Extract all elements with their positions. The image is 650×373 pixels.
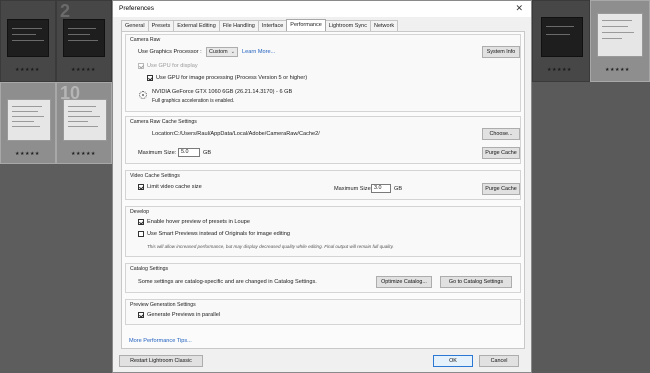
cache-max-size-input[interactable]: 5.0	[178, 148, 200, 157]
close-icon[interactable]: ✕	[515, 3, 523, 14]
go-to-catalog-settings-button[interactable]: Go to Catalog Settings	[440, 276, 512, 288]
tab-external-editing[interactable]: External Editing	[173, 20, 220, 31]
gpu-display-checkbox[interactable]	[138, 63, 144, 69]
video-max-size-label: Maximum Size:	[334, 186, 373, 192]
gpu-select-value: Custom	[209, 49, 228, 55]
video-purge-cache-button[interactable]: Purge Cache	[482, 183, 520, 195]
generate-previews-label: Generate Previews in parallel	[147, 312, 221, 318]
gpu-status: Full graphics acceleration is enabled.	[152, 98, 235, 104]
preview-generation-group: Preview Generation Settings Generate Pre…	[125, 299, 521, 325]
camera-raw-cache-group: Camera Raw Cache Settings Location: C:/U…	[125, 116, 521, 164]
cache-unit: GB	[203, 150, 212, 156]
gpu-name: NVIDIA GeForce GTX 1060 6GB (26.21.14.31…	[152, 89, 293, 95]
grid-cell[interactable]: 2 ★★★★★	[56, 0, 112, 82]
choose-button[interactable]: Choose...	[482, 128, 520, 140]
optimize-catalog-button[interactable]: Optimize Catalog...	[376, 276, 432, 288]
cache-location-value: C:/Users/Raul/AppData/Local/Adobe/Camera…	[174, 131, 320, 137]
video-unit: GB	[394, 186, 403, 192]
grid-cell-selected[interactable]: 10 ★★★★★	[56, 82, 112, 164]
gpu-image-checkbox[interactable]	[147, 75, 153, 81]
gpu-image-label: Use GPU for image processing (Process Ve…	[156, 75, 308, 81]
chevron-down-icon: ⌄	[230, 49, 235, 55]
tab-bar: General Presets External Editing File Ha…	[121, 19, 399, 31]
hover-preview-checkbox[interactable]	[138, 219, 144, 225]
gpu-label: Use Graphics Processor :	[138, 49, 202, 55]
gpu-display-label: Use GPU for display	[147, 63, 198, 69]
ok-button[interactable]: OK	[433, 355, 473, 367]
thumbnail	[541, 17, 583, 57]
group-title: Preview Generation Settings	[130, 302, 196, 308]
group-title: Catalog Settings	[130, 266, 169, 272]
tab-performance[interactable]: Performance	[286, 19, 326, 31]
video-cache-group: Video Cache Settings Limit video cache s…	[125, 170, 521, 200]
gpu-status-icon	[139, 91, 147, 99]
smart-previews-label: Use Smart Previews instead of Originals …	[147, 231, 291, 237]
gpu-select[interactable]: Custom ⌄	[206, 47, 238, 57]
thumbnail	[63, 19, 105, 57]
rating-stars: ★★★★★	[71, 67, 96, 73]
rating-stars: ★★★★★	[605, 67, 630, 73]
cache-location-label: Location:	[152, 131, 175, 137]
thumbnail	[7, 19, 49, 57]
group-title: Camera Raw	[130, 37, 161, 43]
preferences-dialog: Preferences ✕ General Presets External E…	[112, 0, 532, 373]
tab-lightroom-sync[interactable]: Lightroom Sync	[324, 20, 371, 31]
restart-lightroom-button[interactable]: Restart Lightroom Classic	[119, 355, 203, 367]
more-performance-tips-link[interactable]: More Performance Tips...	[129, 338, 192, 344]
thumbnail	[63, 99, 107, 141]
thumbnail	[597, 13, 643, 57]
learn-more-link[interactable]: Learn More...	[242, 49, 275, 55]
tab-file-handling[interactable]: File Handling	[218, 20, 259, 31]
smart-previews-checkbox[interactable]	[138, 231, 144, 237]
catalog-settings-text: Some settings are catalog-specific and a…	[138, 279, 317, 285]
generate-previews-checkbox[interactable]	[138, 312, 144, 318]
limit-video-cache-checkbox[interactable]	[138, 184, 144, 190]
hover-preview-label: Enable hover preview of presets in Loupe	[147, 219, 250, 225]
tab-presets[interactable]: Presets	[147, 20, 175, 31]
cache-max-size-label: Maximum Size:	[138, 150, 177, 156]
performance-panel: Camera Raw Use Graphics Processor : Cust…	[121, 31, 525, 349]
dialog-title: Preferences	[119, 5, 155, 12]
title-bar: Preferences ✕	[113, 1, 531, 17]
grid-cell[interactable]: ★★★★★	[532, 0, 590, 82]
develop-group: Develop Enable hover preview of presets …	[125, 206, 521, 257]
camera-raw-group: Camera Raw Use Graphics Processor : Cust…	[125, 34, 521, 112]
system-info-button[interactable]: System Info	[482, 46, 520, 58]
grid-cell[interactable]: ★★★★★	[0, 0, 56, 82]
grid-cell-selected[interactable]: ★★★★★	[0, 82, 56, 164]
tab-interface[interactable]: Interface	[257, 20, 288, 31]
rating-stars: ★★★★★	[15, 151, 40, 157]
group-title: Develop	[130, 209, 150, 215]
grid-cell-selected[interactable]: ★★★★★	[590, 0, 650, 82]
cancel-button[interactable]: Cancel	[479, 355, 519, 367]
group-title: Video Cache Settings	[130, 173, 180, 179]
smart-previews-note: This will allow increased performance, b…	[147, 244, 394, 249]
video-max-size-input[interactable]: 3.0	[371, 184, 391, 193]
rating-stars: ★★★★★	[71, 151, 96, 157]
group-title: Camera Raw Cache Settings	[130, 119, 197, 125]
catalog-settings-group: Catalog Settings Some settings are catal…	[125, 263, 521, 293]
thumbnail	[7, 99, 51, 141]
tab-general[interactable]: General	[121, 20, 149, 31]
tab-network[interactable]: Network	[370, 20, 399, 31]
purge-cache-button[interactable]: Purge Cache	[482, 147, 520, 159]
grid-lower-area	[0, 164, 112, 373]
rating-stars: ★★★★★	[15, 67, 40, 73]
limit-video-cache-label: Limit video cache size	[147, 184, 202, 190]
rating-stars: ★★★★★	[547, 67, 572, 73]
